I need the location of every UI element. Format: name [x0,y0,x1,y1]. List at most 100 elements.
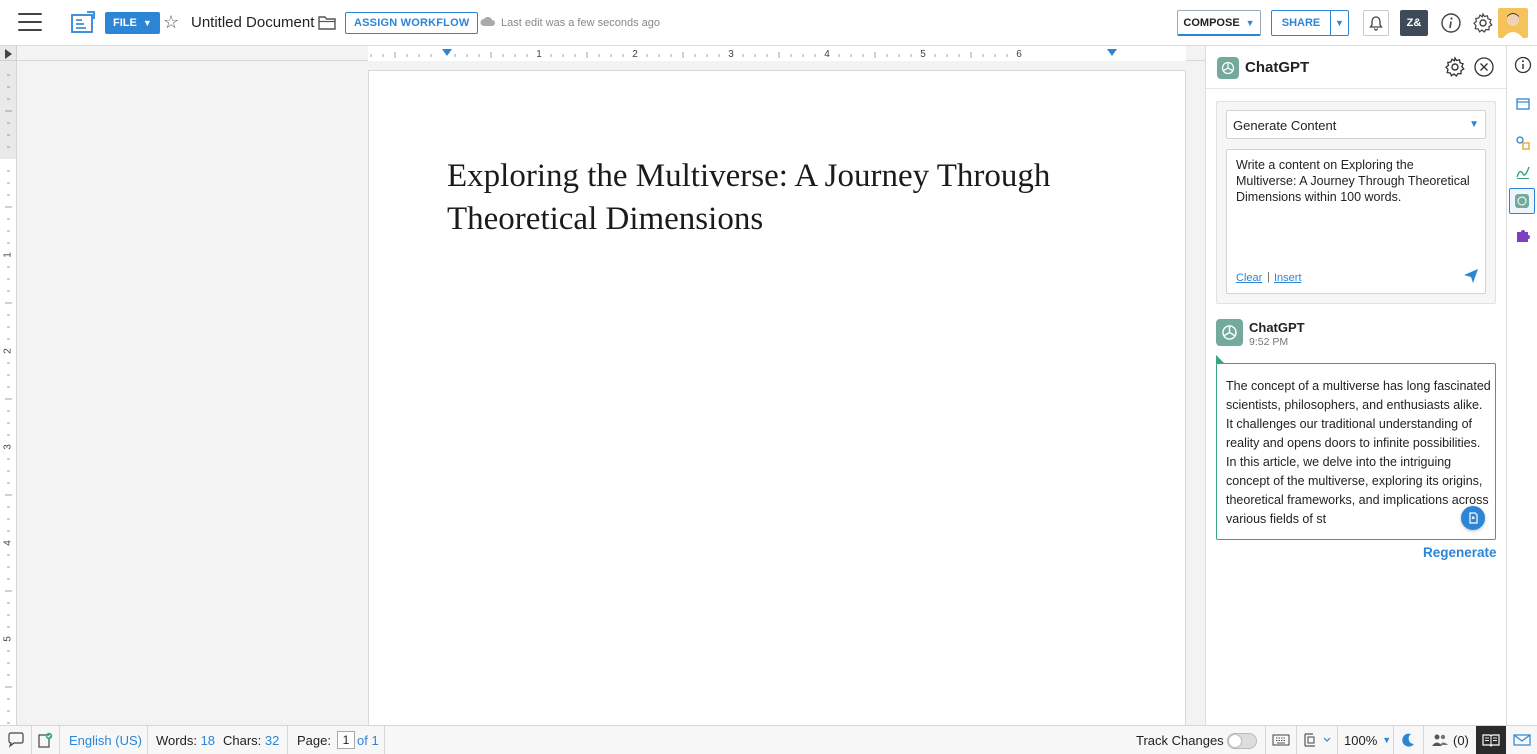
ruler-number: 5 [920,49,926,60]
divider [147,726,148,754]
horizontal-ruler: 1 2 3 4 5 6 [17,46,1205,61]
dark-mode-moon-icon[interactable] [1400,726,1416,754]
ruler-number: 2 [3,348,14,354]
chevron-down-icon: ▼ [1245,17,1255,28]
chars-label: Chars: [223,732,262,748]
track-changes-toggle[interactable] [1227,733,1257,749]
side-tool-strip [1506,46,1537,725]
ruler-number: 5 [3,636,14,642]
star-icon[interactable]: ☆ [163,12,179,32]
link-separator: | [1267,271,1270,283]
zia-assistant-button[interactable]: Z& [1400,10,1428,36]
comment-icon[interactable] [7,726,25,754]
file-menu-label: FILE [113,17,137,29]
bell-icon[interactable] [1363,10,1389,36]
divider [1393,726,1394,754]
collaborators-count: (0) [1453,732,1469,748]
prompt-text[interactable]: Write a content on Exploring the Multive… [1236,157,1476,205]
settings-gear-icon[interactable] [1472,12,1494,34]
regenerate-button[interactable]: Regenerate [1423,545,1497,560]
panel-header: ChatGPT [1206,46,1506,89]
send-icon[interactable] [1463,268,1479,284]
reader-view-book-icon[interactable] [1476,726,1506,754]
prompt-textarea[interactable]: Write a content on Exploring the Multive… [1226,149,1486,294]
char-count[interactable]: Chars: 32 [223,726,279,754]
compose-label: COMPOSE [1183,16,1240,29]
response-bubble[interactable]: The concept of a multiverse has long fas… [1216,363,1496,540]
close-icon[interactable] [1473,56,1495,78]
panel-title: ChatGPT [1245,59,1310,76]
collaborators[interactable]: (0) [1431,726,1469,754]
chevron-down-icon: ▼ [1382,735,1392,745]
clear-link[interactable]: Clear [1236,272,1262,284]
words-value: 18 [200,732,216,748]
chatgpt-avatar-icon [1216,319,1243,346]
panel-settings-gear-icon[interactable] [1444,56,1466,78]
user-avatar[interactable] [1498,8,1528,38]
ruler-number: 2 [632,49,638,60]
writer-logo-icon[interactable] [70,10,96,36]
assign-workflow-button[interactable]: ASSIGN WORKFLOW [345,12,479,34]
ruler-ticks: 1 2 3 4 5 6 [370,49,1117,60]
divider [287,726,288,754]
mail-icon[interactable] [1513,726,1531,754]
response-timestamp: 9:52 PM [1249,336,1289,348]
chatgpt-logo-icon [1217,57,1239,79]
info-icon[interactable] [1440,12,1462,34]
page-fit-icon[interactable] [1303,726,1331,754]
words-label: Words: [156,732,197,748]
page-total: of 1 [356,732,379,748]
divider [31,726,32,754]
ruler-number: 6 [1016,49,1022,60]
menu-icon[interactable] [18,13,42,33]
file-menu-button[interactable]: FILE ▼ [105,12,160,34]
ruler-number: 3 [728,49,734,60]
page-number-input[interactable]: 1 [336,731,355,749]
document-heading[interactable]: Exploring the Multiverse: A Journey Thro… [447,155,1137,241]
layers-icon[interactable] [1513,94,1533,114]
ruler-number: 1 [3,252,14,258]
ruler-number: 4 [3,540,14,546]
divider [1265,726,1266,754]
compose-button[interactable]: COMPOSE ▼ [1177,10,1261,36]
document-page[interactable]: Exploring the Multiverse: A Journey Thro… [368,70,1186,730]
last-edit-status: Last edit was a few seconds ago [501,17,660,29]
status-bar: English (US) Words: 18 Chars: 32 Page: 1… [0,725,1537,754]
puzzle-icon[interactable] [1513,225,1533,245]
left-indent-marker-icon[interactable] [442,49,452,56]
top-toolbar: FILE ▼ ☆ Untitled Document ASSIGN WORKFL… [0,0,1537,46]
users-icon [1432,734,1448,746]
vertical-ruler: 1 2 3 4 5 [0,61,17,725]
document-check-icon[interactable] [36,726,53,754]
copy-to-document-icon[interactable] [1461,506,1485,530]
mode-select-value: Generate Content [1233,118,1337,133]
track-changes-label: Track Changes [1136,732,1224,748]
zoom-selector[interactable]: 100% ▼ [1344,726,1391,754]
chatgpt-tab-active[interactable] [1509,188,1535,214]
ruler-corner-toggle[interactable] [0,46,17,61]
generate-form: Generate Content ▼ Write a content on Ex… [1216,101,1496,304]
divider [59,726,60,754]
info-icon[interactable] [1513,55,1533,75]
language-selector[interactable]: English (US) [69,726,142,754]
response-author: ChatGPT [1249,320,1305,335]
chevron-down-icon: ▼ [1469,119,1479,130]
right-indent-marker-icon[interactable] [1107,49,1117,56]
insert-link[interactable]: Insert [1274,272,1302,284]
divider [1423,726,1424,754]
signature-icon[interactable] [1513,162,1533,182]
page-indicator: Page: 1 of 1 [297,726,379,754]
response-text[interactable]: The concept of a multiverse has long fas… [1226,377,1491,529]
word-count[interactable]: Words: 18 [156,726,215,754]
chatgpt-panel: ChatGPT Generate Content ▼ Write a conte… [1205,46,1506,725]
share-dropdown-chevron-icon[interactable]: ▼ [1330,10,1349,36]
folder-icon[interactable] [318,14,336,30]
triangle-right-icon [5,49,12,59]
divider [384,726,385,754]
document-title[interactable]: Untitled Document [191,14,314,31]
ruler-number: 3 [3,444,14,450]
share-button[interactable]: SHARE [1271,10,1331,36]
mode-select[interactable]: Generate Content ▼ [1226,110,1486,139]
shapes-icon[interactable] [1513,133,1533,153]
keyboard-icon[interactable] [1272,726,1290,754]
